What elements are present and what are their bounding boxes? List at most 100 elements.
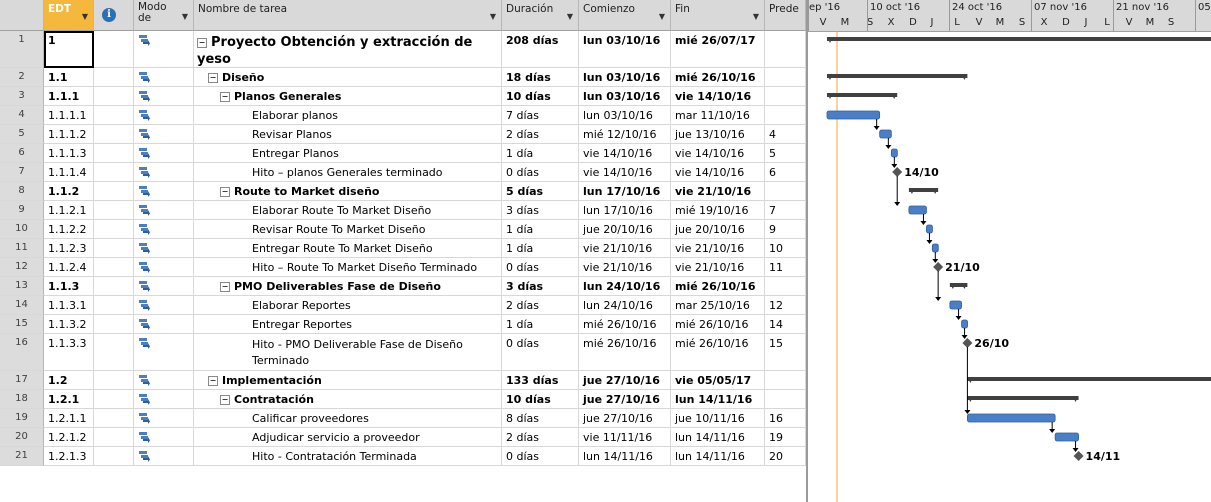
task-mode-cell[interactable] xyxy=(134,125,194,144)
summary-bar[interactable] xyxy=(827,93,898,97)
duration-cell[interactable]: 2 días xyxy=(502,125,579,144)
task-mode-cell[interactable] xyxy=(134,31,194,68)
summary-bar[interactable] xyxy=(827,37,1211,41)
task-mode-cell[interactable] xyxy=(134,106,194,125)
predecessors-cell[interactable] xyxy=(765,371,806,390)
task-mode-cell[interactable] xyxy=(134,68,194,87)
edt-cell[interactable]: 1.1.3.1 xyxy=(44,296,94,315)
task-name-cell[interactable]: Elaborar Reportes xyxy=(194,296,502,315)
row-number[interactable]: 9 xyxy=(0,201,44,220)
finish-cell[interactable]: mié 26/10/16 xyxy=(671,315,765,334)
start-cell[interactable]: lun 03/10/16 xyxy=(579,87,671,106)
predecessors-cell[interactable]: 9 xyxy=(765,220,806,239)
table-row[interactable]: 16 1.1.3.3 Hito - PMO Deliverable Fase de … xyxy=(0,334,806,371)
table-row[interactable]: 2 1.1− Diseño 18 días lun 03/10/16 mié 26/10/… xyxy=(0,68,806,87)
task-name-cell[interactable]: Hito – Route To Market Diseño Terminado xyxy=(194,258,502,277)
edt-cell[interactable]: 1.1.2 xyxy=(44,182,94,201)
table-row[interactable]: 3 1.1.1− Planos Generales 10 días lun 03/10/… xyxy=(0,87,806,106)
start-cell[interactable]: lun 03/10/16 xyxy=(579,68,671,87)
header-duration[interactable]: Duración ▼ xyxy=(502,0,579,31)
duration-cell[interactable]: 0 días xyxy=(502,334,579,371)
task-name-cell[interactable]: Entregar Route To Market Diseño xyxy=(194,239,502,258)
table-row[interactable]: 14 1.1.3.1 Elaborar Reportes 2 días lun 24/1… xyxy=(0,296,806,315)
dependency-arrowhead[interactable] xyxy=(955,316,962,320)
task-mode-cell[interactable] xyxy=(134,447,194,466)
dependency-arrowhead[interactable] xyxy=(894,202,901,206)
task-mode-cell[interactable] xyxy=(134,258,194,277)
start-cell[interactable]: lun 03/10/16 xyxy=(579,106,671,125)
dependency-arrowhead[interactable] xyxy=(891,164,898,168)
task-name-cell[interactable]: Adjudicar servicio a proveedor xyxy=(194,428,502,447)
start-cell[interactable]: mié 12/10/16 xyxy=(579,125,671,144)
summary-bar[interactable] xyxy=(967,377,1211,381)
duration-cell[interactable]: 5 días xyxy=(502,182,579,201)
predecessors-cell[interactable]: 19 xyxy=(765,428,806,447)
task-name-cell[interactable]: Hito – planos Generales terminado xyxy=(194,163,502,182)
header-edt[interactable]: EDT ▼ xyxy=(44,0,94,31)
start-cell[interactable]: jue 27/10/16 xyxy=(579,409,671,428)
milestone-date-label[interactable]: 21/10 xyxy=(945,261,980,274)
row-number[interactable]: 17 xyxy=(0,371,44,390)
duration-cell[interactable]: 3 días xyxy=(502,201,579,220)
milestone-date-label[interactable]: 14/11 xyxy=(1086,450,1121,463)
duration-cell[interactable]: 7 días xyxy=(502,106,579,125)
edt-cell[interactable]: 1.2.1.1 xyxy=(44,409,94,428)
task-name-cell[interactable]: − Contratación xyxy=(194,390,502,409)
summary-bar[interactable] xyxy=(967,396,1079,400)
row-number[interactable]: 21 xyxy=(0,447,44,466)
task-mode-cell[interactable] xyxy=(134,144,194,163)
predecessors-cell[interactable]: 4 xyxy=(765,125,806,144)
table-row[interactable]: 9 1.1.2.1 Elaborar Route To Market Diseño 3… xyxy=(0,201,806,220)
task-name-cell[interactable]: Elaborar planos xyxy=(194,106,502,125)
duration-cell[interactable]: 2 días xyxy=(502,428,579,447)
chevron-down-icon[interactable]: ▼ xyxy=(490,12,496,21)
edt-cell[interactable]: 1.1.1.2 xyxy=(44,125,94,144)
start-cell[interactable]: lun 24/10/16 xyxy=(579,277,671,296)
task-bar[interactable] xyxy=(1054,432,1079,442)
table-row[interactable]: 7 1.1.1.4 Hito – planos Generales terminad… xyxy=(0,163,806,182)
task-name-cell[interactable]: Entregar Planos xyxy=(194,144,502,163)
row-number[interactable]: 16 xyxy=(0,334,44,371)
row-number[interactable]: 11 xyxy=(0,239,44,258)
row-number[interactable]: 10 xyxy=(0,220,44,239)
duration-cell[interactable]: 10 días xyxy=(502,87,579,106)
edt-cell[interactable]: 1.1 xyxy=(44,68,94,87)
task-mode-cell[interactable] xyxy=(134,409,194,428)
edt-cell[interactable]: 1.1.2.2 xyxy=(44,220,94,239)
row-number[interactable]: 3 xyxy=(0,87,44,106)
table-row[interactable]: 12 1.1.2.4 Hito – Route To Market Diseño T… xyxy=(0,258,806,277)
task-mode-cell[interactable] xyxy=(134,201,194,220)
task-mode-cell[interactable] xyxy=(134,315,194,334)
dependency-arrowhead[interactable] xyxy=(926,240,933,244)
row-number[interactable]: 13 xyxy=(0,277,44,296)
chevron-down-icon[interactable]: ▼ xyxy=(753,12,759,21)
dependency-arrowhead[interactable] xyxy=(935,297,942,301)
row-number[interactable]: 4 xyxy=(0,106,44,125)
finish-cell[interactable]: vie 14/10/16 xyxy=(671,163,765,182)
duration-cell[interactable]: 1 día xyxy=(502,315,579,334)
task-mode-cell[interactable] xyxy=(134,182,194,201)
duration-cell[interactable]: 0 días xyxy=(502,447,579,466)
milestone-date-label[interactable]: 26/10 xyxy=(974,337,1009,350)
predecessors-cell[interactable]: 10 xyxy=(765,239,806,258)
edt-cell[interactable]: 1.1.1 xyxy=(44,87,94,106)
milestone-date-label[interactable]: 14/10 xyxy=(904,166,939,179)
task-name-cell[interactable]: Calificar proveedores xyxy=(194,409,502,428)
dependency-arrowhead[interactable] xyxy=(873,126,880,130)
header-task-mode[interactable]: Modo de ▼ xyxy=(134,0,194,31)
duration-cell[interactable]: 133 días xyxy=(502,371,579,390)
edt-cell[interactable]: 1.1.2.4 xyxy=(44,258,94,277)
finish-cell[interactable]: lun 14/11/16 xyxy=(671,390,765,409)
duration-cell[interactable]: 2 días xyxy=(502,296,579,315)
table-row[interactable]: 5 1.1.1.2 Revisar Planos 2 días mié 12/10/16… xyxy=(0,125,806,144)
table-row[interactable]: 20 1.2.1.2 Adjudicar servicio a proveedor 2… xyxy=(0,428,806,447)
dependency-arrowhead[interactable] xyxy=(885,145,892,149)
dependency-arrowhead[interactable] xyxy=(920,221,927,225)
finish-cell[interactable]: vie 14/10/16 xyxy=(671,87,765,106)
milestone-marker[interactable] xyxy=(892,167,903,177)
edt-cell[interactable]: 1.1.3 xyxy=(44,277,94,296)
table-row[interactable]: 19 1.2.1.1 Calificar proveedores 8 días jue … xyxy=(0,409,806,428)
row-number[interactable]: 12 xyxy=(0,258,44,277)
collapse-toggle-icon[interactable]: − xyxy=(208,73,218,83)
table-row[interactable]: 18 1.2.1− Contratación 10 días jue 27/10/16 l… xyxy=(0,390,806,409)
